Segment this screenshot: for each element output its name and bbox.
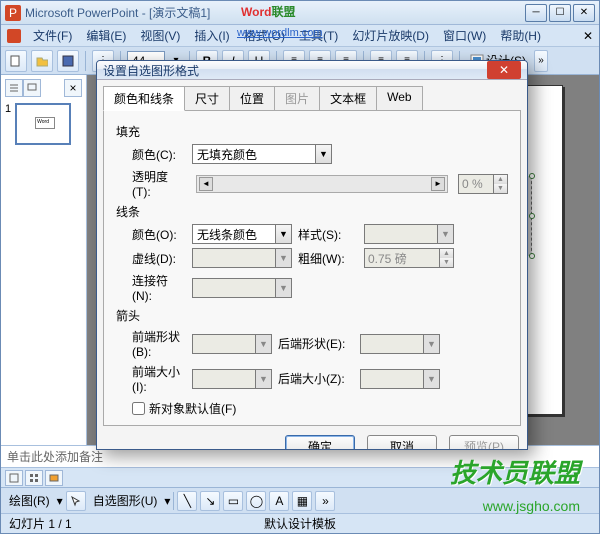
tab-size[interactable]: 尺寸 [184, 86, 230, 111]
save-button[interactable] [57, 50, 79, 72]
menu-view[interactable]: 视图(V) [134, 25, 186, 46]
tab-textbox[interactable]: 文本框 [319, 86, 377, 111]
drawbar-overflow[interactable]: » [315, 491, 335, 511]
slides-tab[interactable] [23, 79, 41, 97]
connector-label: 连接符(N): [116, 272, 186, 303]
end-size-label: 后端大小(Z): [278, 370, 354, 387]
insert-chart-button[interactable]: ▦ [292, 491, 312, 511]
format-autoshape-dialog: 设置自选图形格式 ✕ 颜色和线条 尺寸 位置 图片 文本框 Web 填充 颜色(… [96, 60, 528, 450]
line-color-combo[interactable]: 无线条颜色▼ [192, 224, 292, 244]
thumbnail-number: 1 [5, 103, 11, 115]
svg-text:P: P [9, 6, 17, 20]
slideshow-view-button[interactable] [45, 470, 63, 486]
autoshapes-menu[interactable]: 自选图形(U) [89, 490, 162, 511]
close-button[interactable]: ✕ [573, 4, 595, 22]
preview-button: 预览(P) [449, 435, 519, 450]
transparency-slider[interactable]: ◄► [196, 175, 448, 193]
maximize-button[interactable]: ☐ [549, 4, 571, 22]
sorter-view-button[interactable] [25, 470, 43, 486]
window-title: Microsoft PowerPoint - [演示文稿1] [25, 4, 210, 21]
tab-colors-lines[interactable]: 颜色和线条 [103, 86, 185, 111]
dialog-buttons: 确定 取消 预览(P) [97, 433, 527, 450]
line-color-label: 颜色(O): [116, 226, 186, 243]
draw-menu[interactable]: 绘图(R) [5, 490, 54, 511]
overlay-url: www.wordlm.com [237, 27, 323, 39]
default-new-checkbox[interactable]: 新对象默认值(F) [132, 400, 508, 417]
menu-file[interactable]: 文件(F) [27, 25, 78, 46]
slide-thumbnail[interactable]: 1 Word [5, 103, 82, 145]
document-control-icon[interactable] [7, 29, 21, 43]
brand-overlay: Word联盟 [241, 3, 295, 21]
dialog-title: 设置自选图形格式 [103, 62, 199, 79]
tab-picture[interactable]: 图片 [274, 86, 320, 111]
status-slide-count: 幻灯片 1 / 1 [9, 515, 72, 532]
begin-shape-combo: ▼ [192, 334, 272, 354]
minimize-button[interactable]: ─ [525, 4, 547, 22]
menu-window[interactable]: 窗口(W) [437, 25, 492, 46]
transparency-label: 透明度(T): [116, 168, 186, 199]
normal-view-button[interactable] [5, 470, 23, 486]
menu-insert[interactable]: 插入(I) [188, 25, 235, 46]
line-style-label: 样式(S): [298, 226, 358, 243]
dialog-title-bar: 设置自选图形格式 ✕ [97, 61, 527, 80]
open-button[interactable] [31, 50, 53, 72]
rectangle-button[interactable]: ▭ [223, 491, 243, 511]
thumbnail-image: Word [15, 103, 71, 145]
arrow-button[interactable]: ↘ [200, 491, 220, 511]
new-button[interactable] [5, 50, 27, 72]
toolbar-overflow-3[interactable]: » [534, 50, 548, 72]
dash-combo: ▼ [192, 248, 292, 268]
tab-position[interactable]: 位置 [229, 86, 275, 111]
connector-combo: ▼ [192, 278, 292, 298]
oval-button[interactable]: ◯ [246, 491, 266, 511]
dialog-close-button[interactable]: ✕ [487, 61, 521, 79]
arrow-section-label: 箭头 [116, 307, 508, 324]
weight-label: 粗细(W): [298, 250, 358, 267]
outline-tab[interactable] [5, 79, 23, 97]
title-bar: P Microsoft PowerPoint - [演示文稿1] Word联盟 … [1, 1, 599, 25]
dialog-tabs: 颜色和线条 尺寸 位置 图片 文本框 Web [103, 86, 521, 111]
end-shape-combo: ▼ [360, 334, 440, 354]
menu-slideshow[interactable]: 幻灯片放映(D) [346, 25, 435, 46]
menu-edit[interactable]: 编辑(E) [80, 25, 132, 46]
status-template: 默认设计模板 [264, 515, 336, 532]
doc-close-button[interactable]: ✕ [579, 28, 597, 44]
textbox-button[interactable]: A [269, 491, 289, 511]
menu-help[interactable]: 帮助(H) [494, 25, 547, 46]
thumbnail-panel: × 1 Word [1, 75, 87, 445]
end-size-combo: ▼ [360, 369, 440, 389]
view-bar [1, 467, 599, 487]
cancel-button[interactable]: 取消 [367, 435, 437, 450]
dash-label: 虚线(D): [116, 250, 186, 267]
powerpoint-icon: P [5, 5, 21, 21]
drawing-toolbar: 绘图(R)▾ 自选图形(U)▾ ╲ ↘ ▭ ◯ A ▦ » [1, 487, 599, 513]
status-bar: 幻灯片 1 / 1 默认设计模板 [1, 513, 599, 533]
select-objects-button[interactable] [66, 491, 86, 511]
begin-size-label: 前端大小(I): [116, 363, 186, 394]
begin-size-combo: ▼ [192, 369, 272, 389]
end-shape-label: 后端形状(E): [278, 335, 354, 352]
transparency-spinner: 0 % ▲▼ [458, 174, 508, 194]
menu-bar: 文件(F) 编辑(E) 视图(V) 插入(I) 格式(O) 工具(T) 幻灯片放… [1, 25, 599, 47]
weight-spinner: 0.75 磅 ▲▼ [364, 248, 454, 268]
fill-color-combo[interactable]: 无填充颜色▼ [192, 144, 332, 164]
ok-button[interactable]: 确定 [285, 435, 355, 450]
line-style-combo: ▼ [364, 224, 454, 244]
line-button[interactable]: ╲ [177, 491, 197, 511]
tab-content: 填充 颜色(C): 无填充颜色▼ 透明度(T): ◄► 0 % ▲▼ 线条 颜色… [103, 110, 521, 426]
line-section-label: 线条 [116, 203, 508, 220]
thumb-close[interactable]: × [64, 79, 82, 97]
fill-color-label: 颜色(C): [116, 146, 186, 163]
tab-web[interactable]: Web [376, 86, 422, 111]
fill-section-label: 填充 [116, 123, 508, 140]
begin-shape-label: 前端形状(B): [116, 328, 186, 359]
